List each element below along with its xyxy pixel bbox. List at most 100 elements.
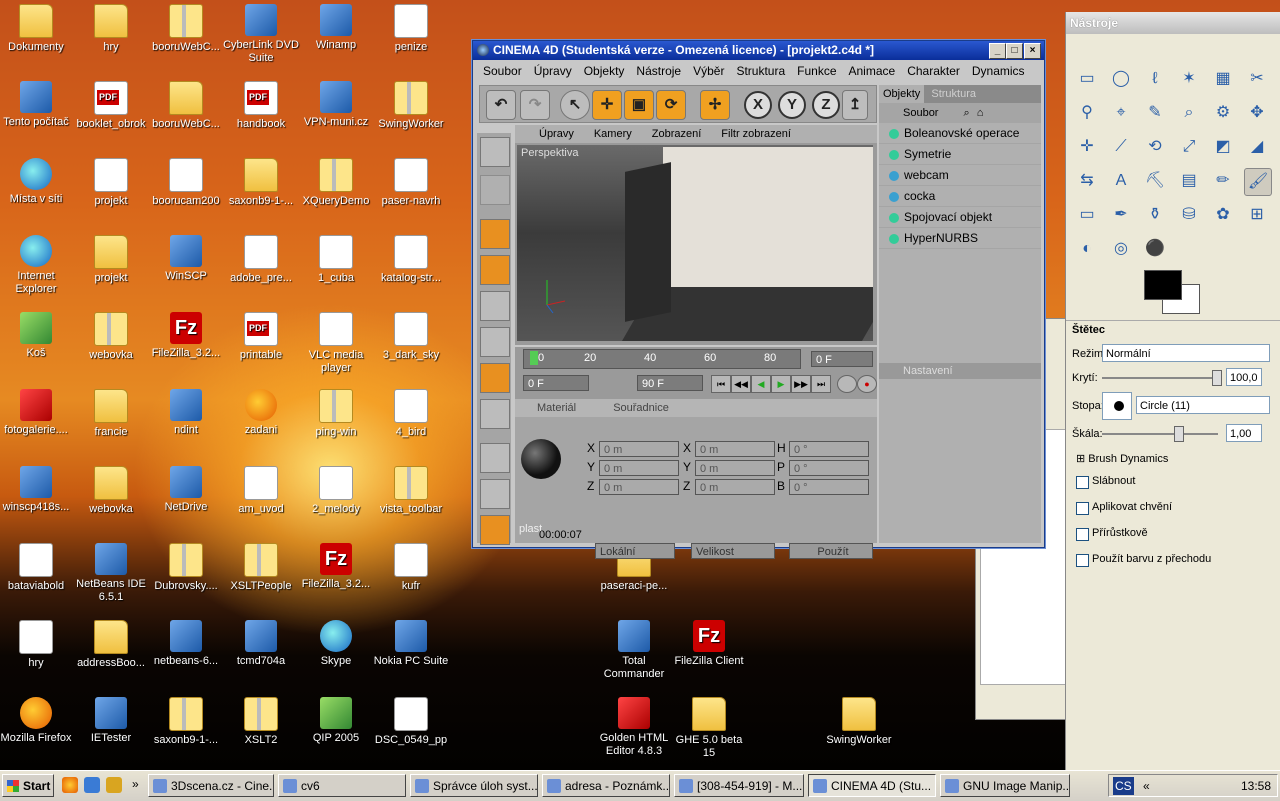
c4d-menu-item[interactable]: Struktura (730, 64, 791, 78)
desktop-icon[interactable]: Tento počítač (0, 81, 74, 129)
gimp-toolbox[interactable]: Nástroje ▭ ◯ ℓ ✶ ▦ ✂ ⚲ ⌖ ✎ ⌕ ⚙ ✥ ✛ ⟋ ⟲ ⤢ ◩ ◢ ⇆ A ⛏ ▤ ✏ 🖌 ▭ ✒ ⚱ ⛁ ✿ ⊞ ◐… (1065, 12, 1280, 774)
undo-icon[interactable]: ↶ (486, 90, 516, 120)
ink-icon[interactable]: ⚱ (1142, 202, 1168, 228)
shear-icon[interactable]: ◩ (1210, 134, 1236, 160)
goto-end-icon[interactable]: ⏭ (811, 375, 831, 393)
brush-name-field[interactable]: Circle (11) (1136, 396, 1270, 414)
viewport-canvas[interactable]: Perspektiva (517, 145, 873, 341)
bucket-fill-icon[interactable]: ⛏ (1142, 168, 1168, 194)
world-coords-icon[interactable]: ↥ (842, 90, 868, 120)
scissors-icon[interactable]: ✂ (1244, 66, 1270, 92)
record-keys-icon[interactable] (837, 375, 857, 393)
desktop-icon[interactable]: netbeans-6... (148, 620, 224, 668)
desktop-icon[interactable]: zadani (223, 389, 299, 437)
tab-structure[interactable]: Struktura (927, 85, 980, 103)
airbrush-icon[interactable]: ✒ (1108, 202, 1134, 228)
cinema4d-window[interactable]: CINEMA 4D (Studentská verze - Omezená li… (472, 40, 1045, 559)
clone-icon[interactable]: ⛁ (1176, 202, 1202, 228)
move-icon[interactable]: ✛ (592, 90, 622, 120)
taskbar-button[interactable]: cv6 (278, 774, 406, 797)
color-picker-icon[interactable]: ✎ (1142, 100, 1168, 126)
coord-value-field[interactable]: 0 m (599, 441, 679, 457)
viewport-menu-item[interactable]: Filtr zobrazení (711, 128, 801, 140)
c4d-menu-item[interactable]: Výběr (687, 64, 730, 78)
start-frame-field[interactable]: 0 F (523, 375, 589, 391)
desktop-icon[interactable]: SwingWorker (821, 697, 897, 747)
flip-icon[interactable]: ⇆ (1074, 168, 1100, 194)
desktop-icon[interactable]: VLC media player (298, 312, 374, 375)
perspective-clone-icon[interactable]: ⊞ (1244, 202, 1270, 228)
settings-tab[interactable]: Nastavení (879, 363, 1041, 379)
object-row[interactable]: Spojovací objekt (879, 207, 1041, 228)
option-checkbox[interactable] (1076, 476, 1089, 489)
scale-icon[interactable]: ▣ (624, 90, 654, 120)
desktop-icon[interactable]: NetDrive (148, 466, 224, 514)
opacity-slider[interactable] (1102, 377, 1218, 379)
paintbrush-icon[interactable]: 🖌 (1244, 168, 1272, 196)
desktop-icon[interactable]: webovka (73, 466, 149, 516)
current-frame-field[interactable]: 0 F (811, 351, 873, 367)
desktop-icon[interactable]: DSC_0549_pp (373, 697, 449, 747)
tab-objects[interactable]: Objekty (879, 85, 925, 103)
opacity-slider-thumb[interactable] (1212, 370, 1222, 386)
polygons-mode-icon[interactable] (480, 363, 510, 393)
desktop-icon[interactable]: Internet Explorer (0, 235, 74, 296)
desktop-icon[interactable]: kufr (373, 543, 449, 593)
align-icon[interactable]: ✛ (1074, 134, 1100, 160)
y-axis-lock-icon[interactable]: Y (778, 91, 806, 119)
desktop-icon[interactable]: Místa v síti (0, 158, 74, 206)
desktop-icon[interactable]: booruWebC... (148, 4, 224, 54)
desktop-icon[interactable]: Nokia PC Suite (373, 620, 449, 668)
rotate-icon[interactable]: ⟲ (1142, 134, 1168, 160)
playhead[interactable] (530, 351, 538, 365)
move-icon[interactable]: ✥ (1244, 100, 1270, 126)
desktop-icon[interactable]: ndint (148, 389, 224, 437)
desktop-icon[interactable]: booruWebC... (148, 81, 224, 131)
scale-field[interactable]: 1,00 (1226, 424, 1262, 442)
desktop-icon[interactable]: WinSCP (148, 235, 224, 283)
coord-value-field[interactable]: 0 m (695, 479, 775, 495)
layout-icon[interactable] (480, 137, 510, 167)
quicklaunch-overflow-icon[interactable]: » (132, 777, 139, 791)
desktop-icon[interactable]: 2_melody (298, 466, 374, 516)
minimize-button[interactable]: _ (989, 43, 1006, 59)
desktop-icon[interactable]: fotogalerie.... (0, 389, 74, 437)
desktop-icon[interactable]: handbook (223, 81, 299, 131)
rotate-icon[interactable]: ⟳ (656, 90, 686, 120)
ellipse-select-icon[interactable]: ◯ (1108, 66, 1134, 92)
coord-value-field[interactable]: 0 ° (789, 460, 869, 476)
uv-points-icon[interactable] (480, 399, 510, 429)
object-row[interactable]: webcam (879, 165, 1041, 186)
coord-value-field[interactable]: 0 m (599, 479, 679, 495)
redo-icon[interactable]: ↷ (520, 90, 550, 120)
desktop-icon[interactable]: Dokumenty (0, 4, 74, 54)
c4d-menu-item[interactable]: Objekty (578, 64, 631, 78)
desktop-icon[interactable]: tcmd704a (223, 620, 299, 668)
apply-button[interactable]: Použít (789, 543, 873, 559)
desktop-icon[interactable]: winscp418s... (0, 466, 74, 514)
desktop-icon[interactable]: paser-navrh (373, 158, 449, 208)
start-button[interactable]: Start (2, 774, 54, 797)
desktop-icon[interactable]: NetBeans IDE 6.5.1 (73, 543, 149, 604)
desktop-icon[interactable]: XSLT2 (223, 697, 299, 747)
coord-mode-select[interactable]: Lokální (595, 543, 675, 559)
viewport-menu-item[interactable]: Úpravy (515, 128, 584, 140)
viewport-menu-item[interactable]: Zobrazení (642, 128, 712, 140)
pencil-icon[interactable]: ✏ (1210, 168, 1236, 194)
desktop-icon[interactable]: Fz FileZilla_3.2... (148, 312, 224, 360)
ie-quicklaunch-icon[interactable] (84, 777, 100, 793)
desktop-icon[interactable]: Fz FileZilla_3.2... (298, 543, 374, 591)
edges-mode-icon[interactable] (480, 327, 510, 357)
desktop-icon[interactable]: Golden HTML Editor 4.8.3 (596, 697, 672, 758)
desktop-icon[interactable]: 4_bird (373, 389, 449, 439)
blend-icon[interactable]: ▤ (1176, 168, 1202, 194)
desktop-icon[interactable]: Fz FileZilla Client (671, 620, 747, 668)
coord-value-field[interactable]: 0 ° (789, 479, 869, 495)
desktop-icon[interactable]: penize (373, 4, 449, 54)
desktop-icon[interactable]: booklet_obrok (73, 81, 149, 131)
c4d-menu-item[interactable]: Animace (843, 64, 902, 78)
goto-start-icon[interactable]: ⏮ (711, 375, 731, 393)
paths-icon[interactable]: ⌖ (1108, 100, 1134, 126)
desktop-icon[interactable]: Koš (0, 312, 74, 360)
smudge-icon[interactable]: ◎ (1108, 236, 1134, 262)
